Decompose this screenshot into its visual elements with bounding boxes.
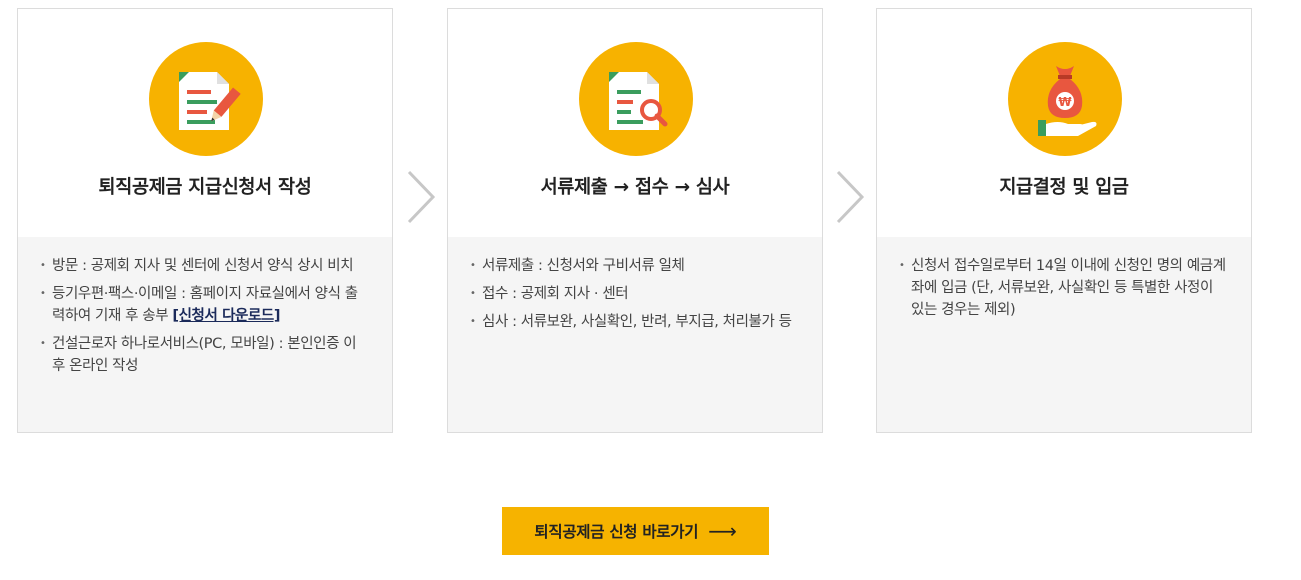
document-pen-icon — [149, 42, 263, 156]
money-bag-hand-icon: ₩ — [1008, 42, 1122, 156]
list-item: 접수 : 공제회 지사 · 센터 — [470, 283, 798, 305]
list-item: 방문 : 공제회 지사 및 센터에 신청서 양식 상시 비치 — [40, 255, 368, 277]
list-item: 신청서 접수일로부터 14일 이내에 신청인 명의 예금계좌에 입금 (단, 서… — [899, 255, 1227, 321]
application-download-link[interactable]: [신청서 다운로드] — [172, 308, 280, 324]
list-item: 건설근로자 하나로서비스(PC, 모바일) : 본인인증 이후 온라인 작성 — [40, 333, 368, 377]
list-item: 등기우편·팩스·이메일 : 홈페이지 자료실에서 양식 출력하여 기재 후 송부… — [40, 283, 368, 327]
apply-shortcut-label: 퇴직공제금 신청 바로가기 — [534, 523, 699, 541]
step-title: 지급결정 및 입금 — [999, 177, 1129, 198]
step-card-payment: ₩ 지급결정 및 입금 신청서 접수일로부터 14일 이내에 신청인 명의 예금… — [876, 8, 1252, 433]
step-details: 신청서 접수일로부터 14일 이내에 신청인 명의 예금계좌에 입금 (단, 서… — [877, 237, 1251, 432]
list-item: 서류제출 : 신청서와 구비서류 일체 — [470, 255, 798, 277]
document-search-icon — [579, 42, 693, 156]
apply-shortcut-button[interactable]: 퇴직공제금 신청 바로가기 ⟶ — [502, 507, 769, 555]
step-details: 서류제출 : 신청서와 구비서류 일체 접수 : 공제회 지사 · 센터 심사 … — [448, 237, 822, 432]
arrow-right-icon: ⟶ — [708, 519, 737, 543]
chevron-right-icon — [407, 170, 436, 224]
chevron-right-icon — [836, 170, 865, 224]
step-title: 서류제출 → 접수 → 심사 — [540, 177, 730, 198]
step-details: 방문 : 공제회 지사 및 센터에 신청서 양식 상시 비치 등기우편·팩스·이… — [18, 237, 392, 432]
list-item: 심사 : 서류보완, 사실확인, 반려, 부지급, 처리불가 등 — [470, 311, 798, 333]
step-card-review: 서류제출 → 접수 → 심사 서류제출 : 신청서와 구비서류 일체 접수 : … — [447, 8, 823, 433]
step-card-application: 퇴직공제금 지급신청서 작성 방문 : 공제회 지사 및 센터에 신청서 양식 … — [17, 8, 393, 433]
step-title: 퇴직공제금 지급신청서 작성 — [98, 177, 312, 198]
svg-text:₩: ₩ — [1058, 95, 1072, 109]
